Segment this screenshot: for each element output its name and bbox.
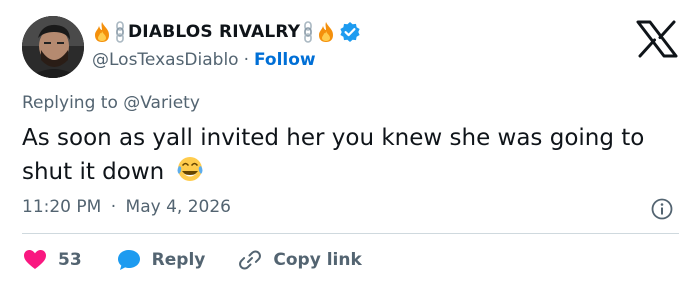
fire-icon [95,22,109,42]
action-bar: 53 Reply Copy link [22,246,362,274]
reply-bubble-icon [117,250,140,270]
handle[interactable]: @LosTexasDiablo [92,50,239,70]
divider [22,233,679,234]
display-name-row[interactable]: DIABLOS RIVALRY [92,19,361,45]
display-name: DIABLOS RIVALRY [128,22,301,42]
tweet-text: As soon as yall invited her you knew she… [22,122,662,189]
link-icon [239,250,262,270]
date-separator: · [110,197,117,217]
chains-icon [304,21,313,43]
like-count: 53 [58,250,82,270]
author-block: DIABLOS RIVALRY @LosTexasDiablo · Follow [92,19,361,72]
verified-badge-icon[interactable] [339,21,361,43]
tweet-text-content: As soon as yall invited her you knew she… [22,125,645,185]
avatar[interactable] [22,16,84,78]
fire-icon [319,22,334,42]
chains-icon [116,21,124,43]
timestamp[interactable]: 11:20 PM · May 4, 2026 [22,197,231,217]
x-logo-icon[interactable] [636,20,678,58]
copy-link-label: Copy link [273,250,362,270]
reply-label: Reply [151,250,206,270]
replying-to-handle[interactable]: @Variety [123,93,200,113]
like-button[interactable]: 53 [22,247,82,273]
info-icon[interactable] [650,197,674,221]
follow-button[interactable]: Follow [254,50,316,70]
replying-prefix: Replying to [22,93,118,113]
heart-icon [24,250,46,269]
copy-link-button[interactable]: Copy link [237,247,362,273]
replying-to-line: Replying to @Variety [22,93,200,113]
avatar-image [22,16,84,78]
tweet-embed-card: DIABLOS RIVALRY @LosTexasDiablo · Follow [0,0,700,287]
reply-button[interactable]: Reply [116,247,206,273]
face-with-tears-of-joy-icon [177,157,203,181]
handle-row: @LosTexasDiablo · Follow [92,48,361,72]
tweet-date: May 4, 2026 [125,197,231,217]
tweet-time: 11:20 PM [22,197,102,217]
handle-separator: · [243,50,249,70]
